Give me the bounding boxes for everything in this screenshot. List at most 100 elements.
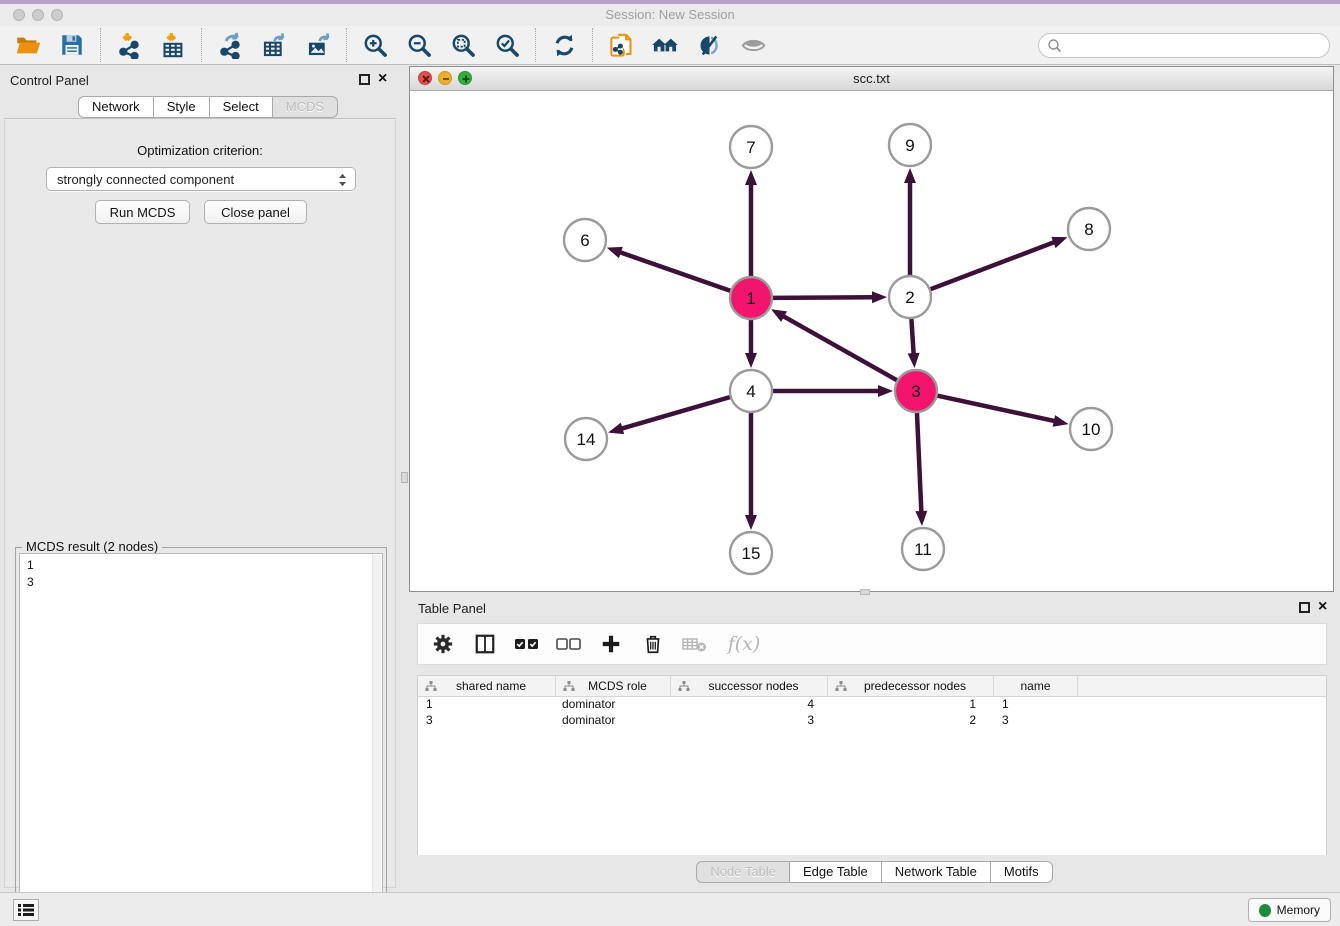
graph-edge-arrowhead — [607, 247, 623, 258]
table-panel-close-button[interactable]: × — [1318, 598, 1327, 616]
table-toolbar: f(x) — [417, 623, 1327, 665]
cell-predecessor-nodes[interactable]: 1 — [828, 697, 994, 713]
control-panel-float-button[interactable] — [359, 74, 370, 85]
zoom-out-button[interactable] — [397, 27, 441, 63]
tab-network-table[interactable]: Network Table — [882, 861, 991, 883]
function-builder-button[interactable]: f(x) — [722, 629, 766, 659]
open-session-button[interactable] — [6, 27, 50, 63]
graph-edge-1-6[interactable] — [619, 252, 730, 291]
tab-mcds[interactable]: MCDS — [273, 96, 338, 118]
column-header-shared-name[interactable]: shared name — [418, 676, 556, 696]
table-row[interactable]: 1 dominator 4 1 1 — [418, 697, 1326, 713]
optimization-criterion-label: Optimization criterion: — [5, 143, 395, 158]
graph-edge-1-2[interactable] — [773, 297, 874, 298]
home-button[interactable] — [643, 27, 687, 63]
control-panel-title: Control Panel — [10, 73, 89, 88]
import-network-button[interactable] — [107, 27, 151, 63]
node-table[interactable]: shared name MCDS role successor nodes pr… — [417, 675, 1327, 855]
network-view-title: scc.txt — [410, 71, 1333, 86]
network-view-titlebar[interactable]: scc.txt — [410, 67, 1333, 91]
result-scrollbar[interactable] — [372, 555, 381, 917]
column-header-name[interactable]: name — [994, 676, 1078, 696]
clone-network-button[interactable] — [599, 27, 643, 63]
zoom-out-icon — [406, 32, 433, 59]
hide-panel-button[interactable] — [687, 27, 731, 63]
tab-motifs[interactable]: Motifs — [991, 861, 1053, 883]
status-bar: Memory — [0, 892, 1340, 926]
app-window: Session: New Session — [0, 0, 1340, 926]
create-column-button[interactable] — [596, 629, 626, 659]
mcds-result-text[interactable]: 1 3 — [19, 553, 383, 919]
main-titlebar: Session: New Session — [0, 4, 1340, 26]
table-settings-button[interactable] — [428, 629, 458, 659]
graph-edge-arrowhead — [745, 353, 757, 368]
hide-eye-icon — [696, 32, 723, 59]
column-header-mcds-role[interactable]: MCDS role — [556, 676, 671, 696]
task-history-button[interactable] — [13, 899, 39, 921]
split-columns-icon — [474, 633, 496, 655]
tab-edge-table[interactable]: Edge Table — [790, 861, 882, 883]
column-header-successor-nodes[interactable]: successor nodes — [671, 676, 828, 696]
run-mcds-button[interactable]: Run MCDS — [95, 200, 190, 224]
graph-edge-4-14[interactable] — [621, 397, 730, 429]
zoom-in-icon — [362, 32, 389, 59]
export-network-button[interactable] — [208, 27, 252, 63]
graph-edge-arrowhead — [915, 511, 927, 526]
criterion-select[interactable]: strongly connected component — [46, 167, 356, 191]
export-image-button[interactable] — [296, 27, 340, 63]
plus-icon — [600, 633, 622, 655]
toolbar-separator — [100, 28, 101, 62]
tab-node-table[interactable]: Node Table — [696, 861, 790, 883]
cell-name[interactable]: 3 — [994, 713, 1078, 729]
graph-edge-arrowhead — [608, 423, 624, 435]
close-panel-button[interactable]: Close panel — [204, 200, 307, 224]
cell-predecessor-nodes[interactable]: 2 — [828, 713, 994, 729]
cell-successor-nodes[interactable]: 3 — [671, 713, 828, 729]
import-table-button[interactable] — [151, 27, 195, 63]
table-tab-bar: Node Table Edge Table Network Table Moti… — [409, 861, 1340, 883]
vertical-splitter-handle[interactable] — [401, 472, 408, 483]
graph-edge-2-8[interactable] — [931, 242, 1056, 289]
tab-style[interactable]: Style — [154, 96, 210, 118]
table-panel-float-button[interactable] — [1299, 602, 1310, 613]
delete-column-button[interactable] — [638, 629, 668, 659]
graph-node-label: 11 — [914, 540, 932, 559]
cell-shared-name[interactable]: 1 — [418, 697, 556, 713]
export-table-button[interactable] — [252, 27, 296, 63]
open-folder-icon — [15, 32, 42, 59]
eye-button[interactable] — [731, 27, 775, 63]
zoom-in-button[interactable] — [353, 27, 397, 63]
graph-node-label: 10 — [1082, 420, 1101, 439]
cell-mcds-role[interactable]: dominator — [556, 697, 671, 713]
cell-mcds-role[interactable]: dominator — [556, 713, 671, 729]
zoom-selected-button[interactable] — [485, 27, 529, 63]
graph-edge-3-11[interactable] — [917, 413, 921, 513]
graph-edge-3-10[interactable] — [937, 396, 1055, 422]
save-session-button[interactable] — [50, 27, 94, 63]
tab-network[interactable]: Network — [78, 96, 154, 118]
network-graph-canvas[interactable]: 7968124314101511 — [410, 91, 1333, 591]
cell-shared-name[interactable]: 3 — [418, 713, 556, 729]
graph-edge-3-1[interactable] — [782, 316, 896, 381]
split-panel-button[interactable] — [470, 629, 500, 659]
refresh-button[interactable] — [542, 27, 586, 63]
graph-edge-2-3[interactable] — [911, 319, 913, 355]
delete-table-button[interactable] — [680, 629, 710, 659]
cell-name[interactable]: 1 — [994, 697, 1078, 713]
search-field[interactable] — [1038, 33, 1330, 58]
control-panel-close-button[interactable]: × — [378, 70, 387, 88]
graph-edge-arrowhead — [771, 309, 787, 322]
hide-all-columns-button[interactable] — [554, 629, 584, 659]
graph-node-label: 6 — [580, 231, 589, 250]
show-all-columns-button[interactable] — [512, 629, 542, 659]
graph-node-label: 4 — [746, 382, 755, 401]
table-row[interactable]: 3 dominator 3 2 3 — [418, 713, 1326, 729]
cell-successor-nodes[interactable]: 4 — [671, 697, 828, 713]
memory-button[interactable]: Memory — [1248, 898, 1331, 922]
column-header-predecessor-nodes[interactable]: predecessor nodes — [828, 676, 994, 696]
zoom-fit-button[interactable] — [441, 27, 485, 63]
graph-edge-arrowhead — [908, 353, 920, 368]
graph-node-label: 9 — [905, 136, 914, 155]
search-input[interactable] — [1063, 36, 1329, 56]
tab-select[interactable]: Select — [210, 96, 273, 118]
